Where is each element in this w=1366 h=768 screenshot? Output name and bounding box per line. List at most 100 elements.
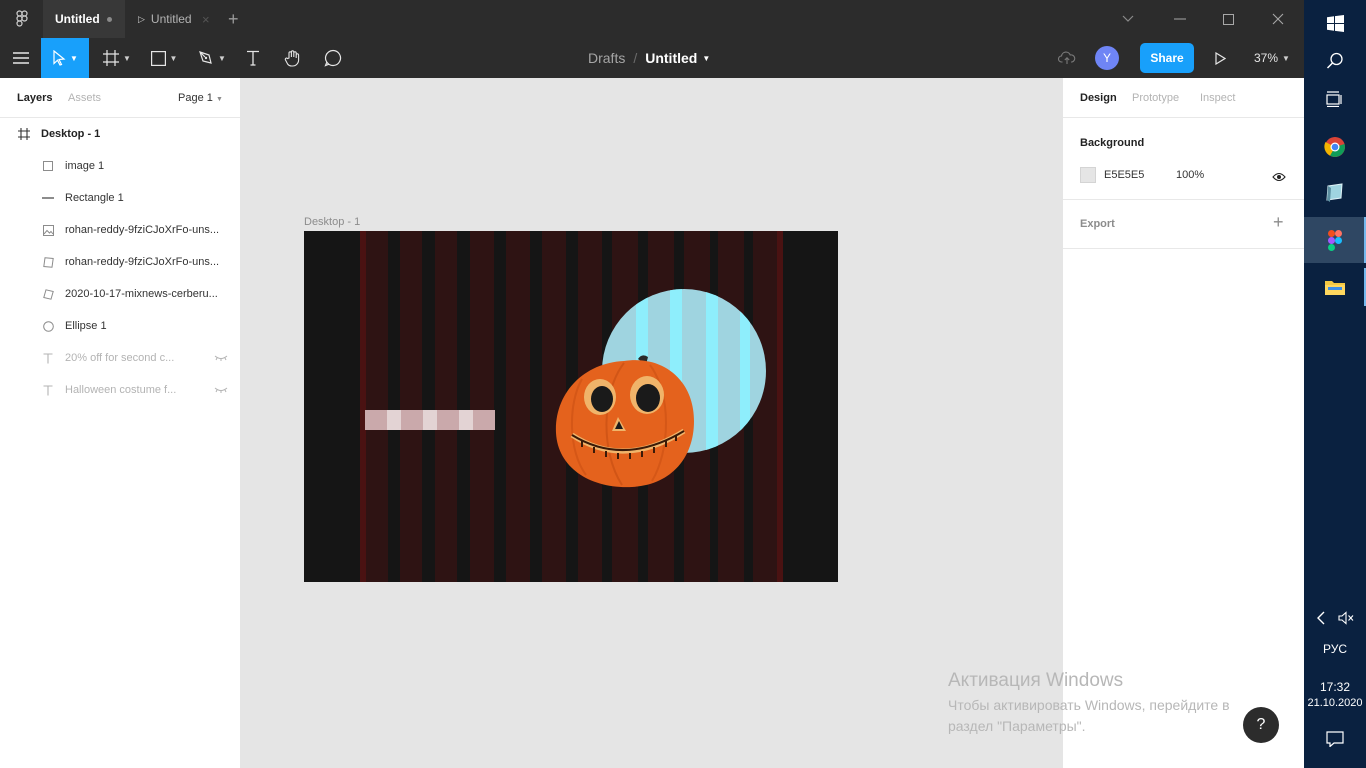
circle-stripe: [706, 289, 718, 453]
cursor-icon: [53, 50, 66, 66]
background-color-swatch[interactable]: [1080, 167, 1096, 183]
breadcrumb-drafts[interactable]: Drafts: [588, 50, 625, 66]
minimize-button[interactable]: [1157, 0, 1203, 38]
layer-row[interactable]: image 1: [0, 150, 240, 182]
tab-prototype[interactable]: Prototype: [1132, 92, 1179, 104]
main-menu-button[interactable]: [0, 38, 41, 78]
comment-icon: [324, 49, 342, 67]
stripe: [777, 231, 783, 582]
layer-name: 2020-10-17-mixnews-cerberu...: [65, 288, 218, 300]
frame-tool-button[interactable]: ▼: [95, 38, 139, 78]
layer-name: Halloween costume f...: [65, 384, 177, 396]
pen-tool-button[interactable]: ▼: [190, 38, 234, 78]
cloud-upload-button[interactable]: [1055, 38, 1079, 78]
clock-date[interactable]: 21.10.2020: [1304, 697, 1366, 709]
play-icon: [1214, 51, 1226, 65]
file-explorer-button[interactable]: [1304, 264, 1366, 310]
rectangle-icon: [42, 160, 54, 172]
layer-name: image 1: [65, 160, 105, 172]
figma-taskbar-button[interactable]: [1304, 217, 1366, 263]
share-button[interactable]: Share: [1140, 43, 1194, 73]
bar-stripe: [423, 410, 437, 430]
close-tab-icon[interactable]: ×: [202, 12, 210, 27]
image-icon: [42, 224, 54, 236]
notification-icon: [1326, 731, 1344, 747]
layer-row[interactable]: rohan-reddy-9fziCJoXrFo-uns...: [0, 214, 240, 246]
breadcrumb-separator: /: [633, 50, 638, 66]
figma-logo-icon: [15, 10, 28, 27]
layer-row[interactable]: Rectangle 1: [0, 182, 240, 214]
unsaved-dot-icon: [107, 17, 112, 22]
tab-untitled-prototype[interactable]: ▷ Untitled ×: [128, 0, 220, 38]
language-indicator[interactable]: РУС: [1304, 642, 1366, 656]
move-tool-button[interactable]: ▼: [41, 38, 89, 78]
layer-row[interactable]: Desktop - 1: [0, 118, 240, 150]
desktop-frame[interactable]: [304, 231, 838, 582]
notifications-button[interactable]: [1304, 716, 1366, 762]
circle-stripe: [740, 289, 750, 453]
add-export-button[interactable]: +: [1273, 212, 1284, 233]
tab-bar: Untitled ▷ Untitled × +: [0, 0, 1304, 38]
windows-taskbar: РУС 17:32 21.10.2020: [1304, 0, 1366, 768]
right-panel-tabs: Design Prototype Inspect: [1063, 78, 1304, 118]
tab-inspect[interactable]: Inspect: [1200, 92, 1235, 104]
frame-icon: [18, 128, 30, 140]
text-tool-button[interactable]: [238, 38, 268, 78]
tabs-dropdown-icon[interactable]: [1105, 0, 1151, 38]
frame-label[interactable]: Desktop - 1: [304, 216, 360, 228]
canvas[interactable]: Desktop - 1: [242, 78, 1062, 768]
page-selector[interactable]: Page 1 ▼: [178, 92, 223, 104]
chevron-left-icon[interactable]: [1316, 611, 1326, 630]
eye-icon[interactable]: [1272, 169, 1286, 187]
eye-closed-icon[interactable]: [214, 385, 228, 396]
layer-row[interactable]: 2020-10-17-mixnews-cerberu...: [0, 278, 240, 310]
ellipse-icon: [42, 320, 54, 332]
chrome-taskbar-button[interactable]: [1304, 124, 1366, 170]
layer-name: 20% off for second c...: [65, 352, 175, 364]
watermark-line: Чтобы активировать Windows, перейдите в: [948, 697, 1230, 713]
new-tab-button[interactable]: +: [228, 9, 239, 30]
app-taskbar-button[interactable]: [1304, 170, 1366, 216]
help-button[interactable]: ?: [1243, 707, 1279, 743]
export-section-title: Export: [1080, 218, 1115, 230]
search-icon: [1326, 52, 1343, 69]
layer-row[interactable]: 20% off for second c...: [0, 342, 240, 374]
hand-tool-button[interactable]: [278, 38, 308, 78]
pumpkin-image[interactable]: [552, 351, 697, 491]
avatar[interactable]: Y: [1095, 46, 1119, 70]
chevron-down-icon: ▼: [70, 53, 78, 63]
zoom-level: 37%: [1254, 51, 1279, 65]
folder-icon: [1325, 281, 1345, 295]
volume-muted-icon[interactable]: [1338, 610, 1354, 630]
file-title[interactable]: Untitled: [645, 50, 697, 66]
layer-row[interactable]: Halloween costume f...: [0, 374, 240, 406]
rectangle-1[interactable]: [365, 410, 495, 430]
layer-row[interactable]: Ellipse 1: [0, 310, 240, 342]
eye-closed-icon[interactable]: [214, 353, 228, 364]
watermark-line: раздел "Параметры".: [948, 718, 1086, 734]
background-section-title: Background: [1080, 137, 1145, 149]
chevron-down-icon: ▼: [218, 53, 226, 63]
zoom-menu[interactable]: 37% ▼: [1254, 38, 1290, 78]
background-opacity-input[interactable]: 100%: [1176, 169, 1204, 181]
task-view-button[interactable]: [1304, 76, 1366, 122]
hamburger-icon: [12, 52, 29, 64]
background-hex-input[interactable]: E5E5E5: [1104, 169, 1144, 181]
clock-time[interactable]: 17:32: [1304, 680, 1366, 694]
tab-design[interactable]: Design: [1080, 92, 1117, 104]
tab-layers[interactable]: Layers: [17, 92, 52, 104]
tab-assets[interactable]: Assets: [68, 92, 101, 104]
comment-tool-button[interactable]: [318, 38, 348, 78]
layer-name: rohan-reddy-9fziCJoXrFo-uns...: [65, 256, 220, 268]
close-window-button[interactable]: [1255, 0, 1301, 38]
layer-row[interactable]: rohan-reddy-9fziCJoXrFo-uns...: [0, 246, 240, 278]
figma-menu-button[interactable]: [0, 0, 43, 38]
shape-tool-button[interactable]: ▼: [142, 38, 186, 78]
figma-app: Untitled ▷ Untitled × + ▼ ▼ ▼ ▼ Drafts /…: [0, 0, 1304, 768]
maximize-button[interactable]: [1205, 0, 1251, 38]
tab-label: Untitled: [55, 12, 100, 26]
layer-name: Desktop - 1: [41, 128, 101, 140]
chevron-down-icon[interactable]: ▼: [702, 54, 710, 63]
present-button[interactable]: [1208, 38, 1232, 78]
tab-untitled-active[interactable]: Untitled: [43, 0, 125, 38]
